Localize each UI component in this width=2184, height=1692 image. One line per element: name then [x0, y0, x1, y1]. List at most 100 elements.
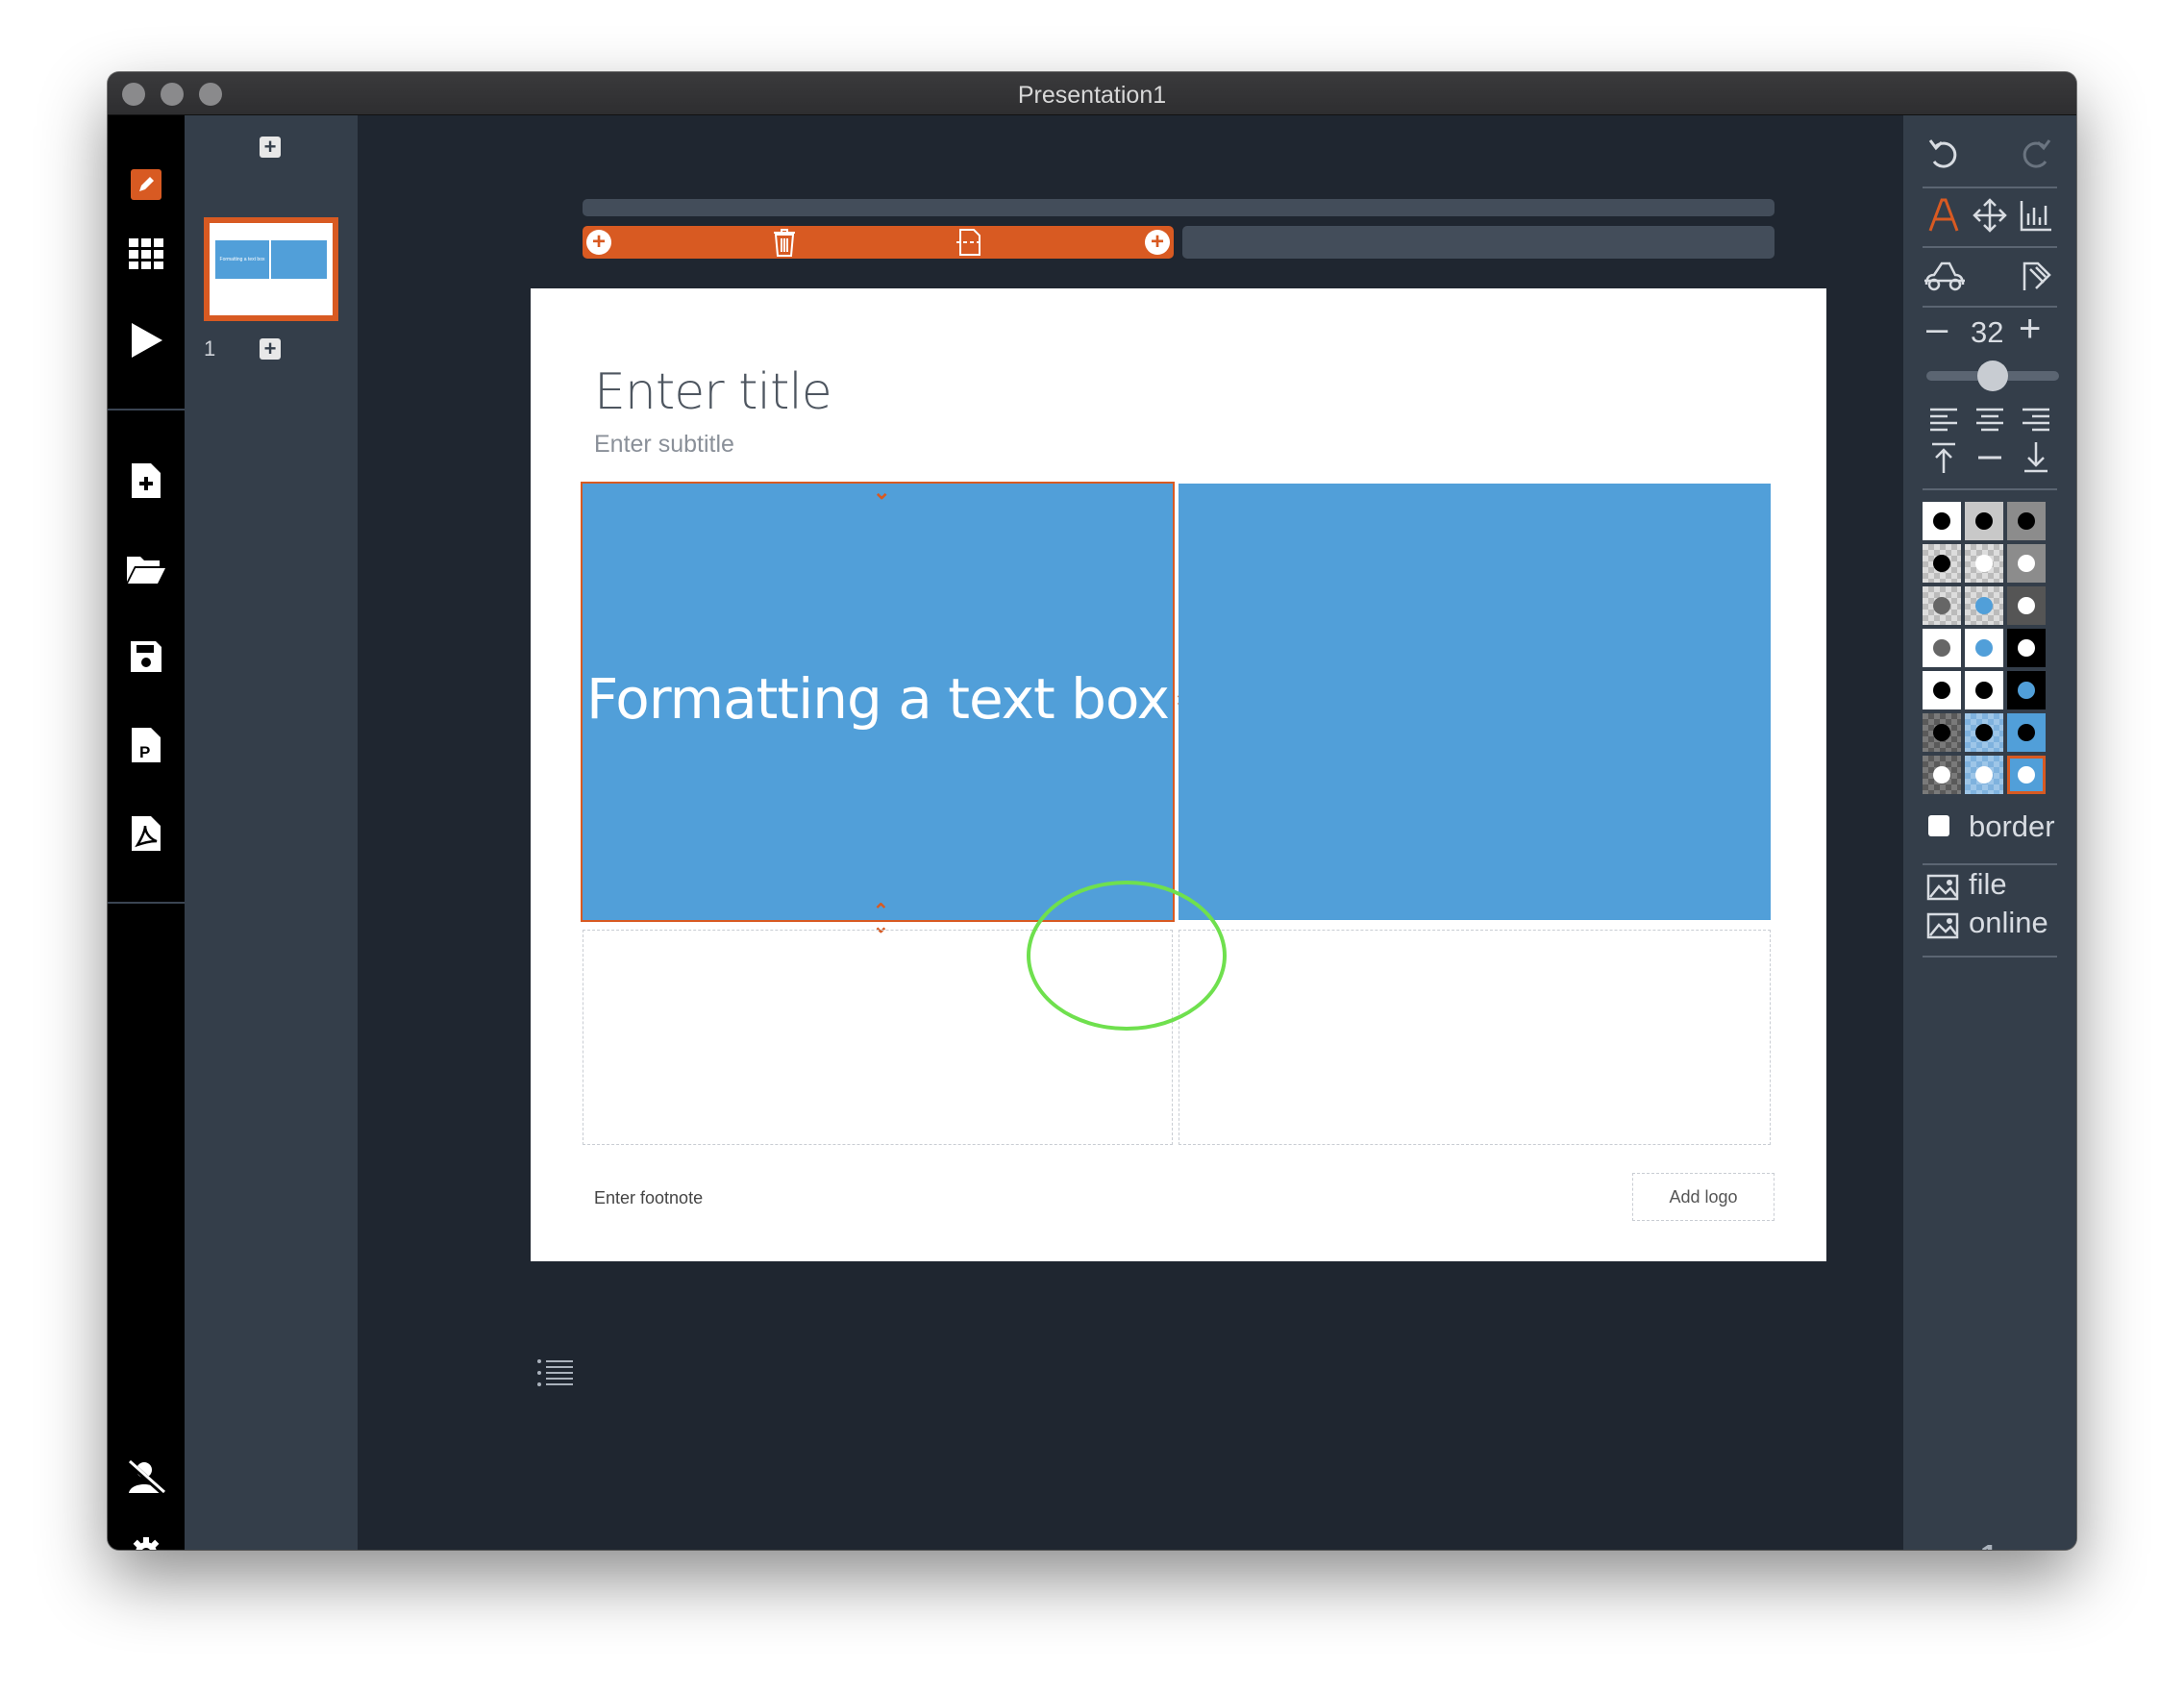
slide-number: 1: [204, 336, 216, 361]
pdf-file-icon: [132, 816, 161, 851]
add-logo-button[interactable]: Add logo: [1632, 1173, 1774, 1221]
color-swatch[interactable]: [2007, 586, 2046, 625]
pptx-file-icon: P: [132, 728, 161, 762]
color-swatch-selected[interactable]: [2007, 756, 2046, 794]
thumb-image-box: [271, 240, 327, 279]
slide-footnote[interactable]: Enter footnote: [594, 1188, 703, 1208]
column-toolbar-inactive[interactable]: [1182, 226, 1774, 259]
column-width-track[interactable]: [583, 199, 1774, 216]
window-title: Presentation1: [1017, 82, 1167, 109]
slide-canvas[interactable]: Enter title Enter subtitle Formatting a …: [531, 288, 1826, 1261]
gear-icon: [133, 1537, 160, 1550]
trash-icon[interactable]: [771, 227, 798, 258]
outline-list-icon[interactable]: [536, 1357, 573, 1388]
highlight-ring: [1027, 881, 1227, 1031]
image-file-icon[interactable]: [1926, 873, 1959, 902]
panel-divider: [1923, 187, 2057, 188]
slide-subtitle[interactable]: Enter subtitle: [594, 431, 734, 459]
pencil-icon: [131, 169, 161, 200]
color-swatch[interactable]: [2007, 544, 2046, 583]
image-box[interactable]: [1179, 484, 1771, 920]
color-swatch[interactable]: [1923, 713, 1961, 752]
settings-button[interactable]: [127, 1533, 165, 1550]
color-swatch[interactable]: [2007, 713, 2046, 752]
account-button[interactable]: [127, 1458, 165, 1497]
color-swatch[interactable]: [1965, 713, 2003, 752]
add-slide-before-button[interactable]: +: [260, 137, 281, 158]
folder-open-icon: [127, 557, 165, 584]
font-size-value: 32: [1971, 315, 2004, 349]
text-format-icon[interactable]: [1926, 198, 1961, 233]
duplicate-icon[interactable]: [956, 227, 983, 258]
export-pdf-button[interactable]: [127, 814, 165, 853]
slide-panel: + Formatting a text box 1 +: [185, 115, 358, 1550]
color-swatch[interactable]: [1965, 629, 2003, 667]
align-left-icon[interactable]: [1926, 404, 1961, 438]
user-off-icon: [127, 1460, 165, 1495]
align-middle-icon[interactable]: [1973, 440, 2007, 475]
format-painter-icon[interactable]: [2019, 258, 2053, 292]
insert-image-online-button[interactable]: online: [1969, 906, 2048, 940]
insert-image-file-button[interactable]: file: [1969, 867, 2007, 902]
image-crop-icon[interactable]: [1923, 258, 1965, 292]
play-presentation-button[interactable]: [127, 321, 165, 360]
svg-text:P: P: [139, 743, 150, 761]
save-file-button[interactable]: [127, 637, 165, 676]
left-toolbar: P: [108, 115, 185, 1550]
text-box-content[interactable]: Formatting a text box: [583, 666, 1173, 732]
play-icon: [132, 323, 162, 358]
slide-title[interactable]: Enter title: [594, 363, 832, 421]
add-slide-after-button[interactable]: +: [260, 338, 281, 360]
font-size-slider[interactable]: [1926, 361, 2059, 391]
color-swatch[interactable]: [1923, 544, 1961, 583]
font-size-increase-button[interactable]: +: [2019, 308, 2041, 351]
align-right-icon[interactable]: [2019, 404, 2053, 438]
color-swatch[interactable]: [1923, 629, 1961, 667]
resize-top-handle[interactable]: ⌄: [873, 482, 890, 503]
edit-mode-button[interactable]: [127, 165, 165, 204]
color-swatch[interactable]: [1965, 502, 2003, 540]
color-swatch[interactable]: [1965, 756, 2003, 794]
page-number: 1: [1980, 1538, 1998, 1550]
add-column-right-button[interactable]: +: [1145, 230, 1170, 255]
color-swatch[interactable]: [1965, 544, 2003, 583]
open-file-button[interactable]: [127, 550, 165, 588]
font-size-decrease-button[interactable]: –: [1926, 308, 1948, 351]
undo-icon[interactable]: [1926, 137, 1961, 171]
border-checkbox[interactable]: [1928, 815, 1949, 836]
empty-cell[interactable]: [1179, 930, 1771, 1145]
panel-divider: [1923, 956, 2057, 958]
grid-view-button[interactable]: [127, 235, 165, 273]
column-toolbar: + +: [583, 226, 1174, 259]
align-bottom-icon[interactable]: [2019, 440, 2053, 475]
slide-thumbnail-preview: Formatting a text box: [210, 223, 333, 315]
align-center-icon[interactable]: [1973, 404, 2007, 438]
color-swatch[interactable]: [2007, 502, 2046, 540]
rail-divider: [108, 902, 185, 904]
color-swatch[interactable]: [1923, 502, 1961, 540]
selected-text-box[interactable]: Formatting a text box: [581, 482, 1175, 922]
add-column-left-button[interactable]: +: [586, 230, 611, 255]
color-swatch[interactable]: [2007, 629, 2046, 667]
rail-divider: [108, 409, 185, 411]
new-file-button[interactable]: [127, 461, 165, 500]
redo-icon[interactable]: [2019, 137, 2053, 171]
font-size-slider-handle[interactable]: [1977, 361, 2008, 391]
editor-canvas: + + + + + + Enter title Enter subtitle F…: [358, 115, 1903, 1550]
color-swatch[interactable]: [1923, 671, 1961, 709]
slide-thumbnail[interactable]: Formatting a text box: [204, 217, 338, 321]
chart-icon[interactable]: [2019, 198, 2053, 233]
image-online-icon[interactable]: [1926, 911, 1959, 940]
color-swatch[interactable]: [2007, 671, 2046, 709]
color-swatch[interactable]: [1965, 586, 2003, 625]
align-top-icon[interactable]: [1926, 440, 1961, 475]
color-swatch[interactable]: [1923, 756, 1961, 794]
color-swatch[interactable]: [1923, 586, 1961, 625]
move-icon[interactable]: [1973, 198, 2007, 233]
panel-divider: [1923, 863, 2057, 865]
save-icon: [131, 641, 161, 672]
export-pptx-button[interactable]: P: [127, 726, 165, 764]
panel-divider: [1923, 246, 2057, 248]
panel-divider: [1923, 488, 2057, 490]
color-swatch[interactable]: [1965, 671, 2003, 709]
